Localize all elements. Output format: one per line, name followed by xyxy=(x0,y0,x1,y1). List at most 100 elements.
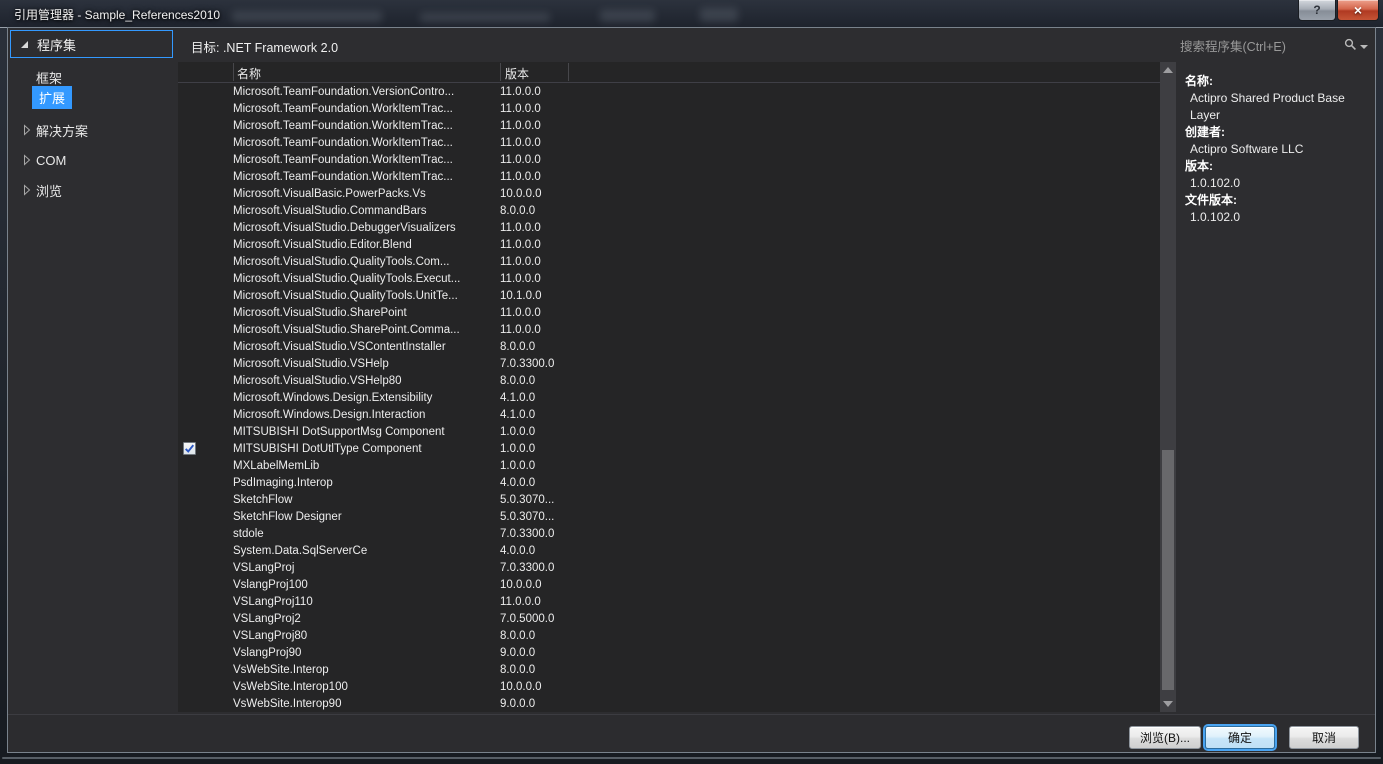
assembly-name: PsdImaging.Interop xyxy=(233,477,500,489)
table-row[interactable]: System.Data.SqlServerCe 4.0.0.0 xyxy=(178,542,1160,559)
table-row[interactable]: Microsoft.Windows.Design.Extensibility 4… xyxy=(178,389,1160,406)
assembly-name: VsWebSite.Interop100 xyxy=(233,681,500,693)
column-divider xyxy=(500,63,501,81)
table-row[interactable]: Microsoft.VisualBasic.PowerPacks.Vs 10.0… xyxy=(178,185,1160,202)
scroll-down-button[interactable] xyxy=(1160,696,1176,712)
assembly-version: 11.0.0.0 xyxy=(500,154,1160,166)
table-row[interactable]: Microsoft.TeamFoundation.WorkItemTrac...… xyxy=(178,100,1160,117)
cancel-button[interactable]: 取消 xyxy=(1289,726,1359,749)
table-row[interactable]: Microsoft.VisualStudio.QualityTools.Unit… xyxy=(178,287,1160,304)
assembly-name: Microsoft.VisualStudio.VSContentInstalle… xyxy=(233,341,500,353)
expander-collapsed-icon[interactable] xyxy=(18,184,36,196)
table-row[interactable]: VsWebSite.Interop90 9.0.0.0 xyxy=(178,695,1160,712)
table-row[interactable]: Microsoft.VisualStudio.QualityTools.Com.… xyxy=(178,253,1160,270)
assembly-name: Microsoft.VisualStudio.QualityTools.Exec… xyxy=(233,273,500,285)
column-header-version[interactable]: 版本 xyxy=(505,65,529,82)
scrollbar-thumb[interactable] xyxy=(1162,450,1174,690)
assembly-version: 11.0.0.0 xyxy=(500,273,1160,285)
assembly-name: Microsoft.VisualStudio.VSHelp80 xyxy=(233,375,500,387)
browse-button[interactable]: 浏览(B)... xyxy=(1129,726,1201,749)
title-bar: 引用管理器 - Sample_References2010 xyxy=(0,0,1383,28)
assembly-version: 8.0.0.0 xyxy=(500,630,1160,642)
table-row[interactable]: SketchFlow Designer 5.0.3070... xyxy=(178,508,1160,525)
sidebar-item-label: 解决方案 xyxy=(36,121,88,140)
table-row[interactable]: VslangProj100 10.0.0.0 xyxy=(178,576,1160,593)
sidebar-item-browse[interactable]: 浏览 xyxy=(8,181,62,199)
details-file-version-label: 文件版本: xyxy=(1185,192,1367,209)
assembly-name: Microsoft.TeamFoundation.WorkItemTrac... xyxy=(233,137,500,149)
details-creator-value: Actipro Software LLC xyxy=(1185,141,1367,158)
assembly-rows: Microsoft.TeamFoundation.VersionContro..… xyxy=(178,83,1160,712)
table-row[interactable]: VSLangProj110 11.0.0.0 xyxy=(178,593,1160,610)
table-row[interactable]: VSLangProj 7.0.3300.0 xyxy=(178,559,1160,576)
details-panel: 名称: Actipro Shared Product Base Layer 创建… xyxy=(1185,73,1367,226)
category-sidebar: 程序集 框架 扩展 解决方案 COM 浏览 xyxy=(8,28,178,714)
table-row[interactable]: Microsoft.TeamFoundation.WorkItemTrac...… xyxy=(178,117,1160,134)
assembly-name: SketchFlow Designer xyxy=(233,511,500,523)
table-row[interactable]: stdole 7.0.3300.0 xyxy=(178,525,1160,542)
sidebar-item-framework[interactable]: 框架 xyxy=(8,68,62,86)
table-row[interactable]: SketchFlow 5.0.3070... xyxy=(178,491,1160,508)
search-input[interactable] xyxy=(1180,40,1342,54)
table-row[interactable]: Microsoft.VisualStudio.SharePoint.Comma.… xyxy=(178,321,1160,338)
assembly-version: 4.0.0.0 xyxy=(500,545,1160,557)
window-frame-edge xyxy=(2,757,1381,759)
close-button[interactable]: × xyxy=(1337,0,1379,21)
table-row[interactable]: Microsoft.VisualStudio.Editor.Blend 11.0… xyxy=(178,236,1160,253)
table-row[interactable]: Microsoft.VisualStudio.VSContentInstalle… xyxy=(178,338,1160,355)
table-row[interactable]: Microsoft.VisualStudio.VSHelp80 8.0.0.0 xyxy=(178,372,1160,389)
background-blur xyxy=(700,8,738,22)
assembly-version: 11.0.0.0 xyxy=(500,120,1160,132)
sidebar-item-com[interactable]: COM xyxy=(8,151,66,169)
assembly-version: 11.0.0.0 xyxy=(500,239,1160,251)
expander-expanded-icon[interactable] xyxy=(21,41,28,48)
expander-collapsed-icon[interactable] xyxy=(18,124,36,136)
table-row[interactable]: Microsoft.VisualStudio.QualityTools.Exec… xyxy=(178,270,1160,287)
table-row[interactable]: Microsoft.VisualStudio.SharePoint 11.0.0… xyxy=(178,304,1160,321)
table-row[interactable]: VsWebSite.Interop 8.0.0.0 xyxy=(178,661,1160,678)
help-button[interactable]: ? xyxy=(1298,0,1336,21)
assembly-version: 4.0.0.0 xyxy=(500,477,1160,489)
sidebar-item-label: 程序集 xyxy=(37,35,76,54)
sidebar-item-solution[interactable]: 解决方案 xyxy=(8,121,88,139)
table-row[interactable]: Microsoft.Windows.Design.Interaction 4.1… xyxy=(178,406,1160,423)
assembly-version: 10.0.0.0 xyxy=(500,188,1160,200)
search-icon[interactable] xyxy=(1344,38,1357,56)
column-divider xyxy=(568,63,569,81)
table-row[interactable]: VsWebSite.Interop100 10.0.0.0 xyxy=(178,678,1160,695)
help-icon: ? xyxy=(1313,3,1320,17)
table-row[interactable]: Microsoft.VisualStudio.CommandBars 8.0.0… xyxy=(178,202,1160,219)
sidebar-item-extensions[interactable]: 扩展 xyxy=(8,88,72,106)
table-row[interactable]: Microsoft.TeamFoundation.WorkItemTrac...… xyxy=(178,151,1160,168)
column-header-name[interactable]: 名称 xyxy=(237,65,261,82)
assembly-name: VslangProj100 xyxy=(233,579,500,591)
row-checkbox[interactable] xyxy=(183,442,196,455)
assembly-version: 11.0.0.0 xyxy=(500,103,1160,115)
sidebar-item-assemblies[interactable]: 程序集 xyxy=(10,30,173,58)
table-row[interactable]: Microsoft.TeamFoundation.WorkItemTrac...… xyxy=(178,134,1160,151)
table-row[interactable]: VSLangProj80 8.0.0.0 xyxy=(178,627,1160,644)
search-options-caret-icon[interactable] xyxy=(1360,45,1368,49)
assembly-version: 7.0.5000.0 xyxy=(500,613,1160,625)
assembly-version: 8.0.0.0 xyxy=(500,341,1160,353)
details-version-value: 1.0.102.0 xyxy=(1185,175,1367,192)
expander-collapsed-icon[interactable] xyxy=(18,154,36,166)
assembly-version: 9.0.0.0 xyxy=(500,647,1160,659)
scroll-up-button[interactable] xyxy=(1160,62,1176,78)
ok-button[interactable]: 确定 xyxy=(1205,726,1275,749)
table-row[interactable]: Microsoft.VisualStudio.DebuggerVisualize… xyxy=(178,219,1160,236)
table-row[interactable]: Microsoft.TeamFoundation.VersionContro..… xyxy=(178,83,1160,100)
table-row[interactable]: VSLangProj2 7.0.5000.0 xyxy=(178,610,1160,627)
table-row[interactable]: MITSUBISHI DotSupportMsg Component 1.0.0… xyxy=(178,423,1160,440)
table-row[interactable]: MITSUBISHI DotUtlType Component 1.0.0.0 xyxy=(178,440,1160,457)
table-row[interactable]: Microsoft.VisualStudio.VSHelp 7.0.3300.0 xyxy=(178,355,1160,372)
table-row[interactable]: MXLabelMemLib 1.0.0.0 xyxy=(178,457,1160,474)
vertical-scrollbar[interactable] xyxy=(1160,62,1176,712)
table-row[interactable]: Microsoft.TeamFoundation.WorkItemTrac...… xyxy=(178,168,1160,185)
assembly-name: VsWebSite.Interop xyxy=(233,664,500,676)
assembly-name: VsWebSite.Interop90 xyxy=(233,698,500,710)
table-row[interactable]: PsdImaging.Interop 4.0.0.0 xyxy=(178,474,1160,491)
assembly-name: System.Data.SqlServerCe xyxy=(233,545,500,557)
ok-button-label: 确定 xyxy=(1228,729,1252,746)
table-row[interactable]: VslangProj90 9.0.0.0 xyxy=(178,644,1160,661)
